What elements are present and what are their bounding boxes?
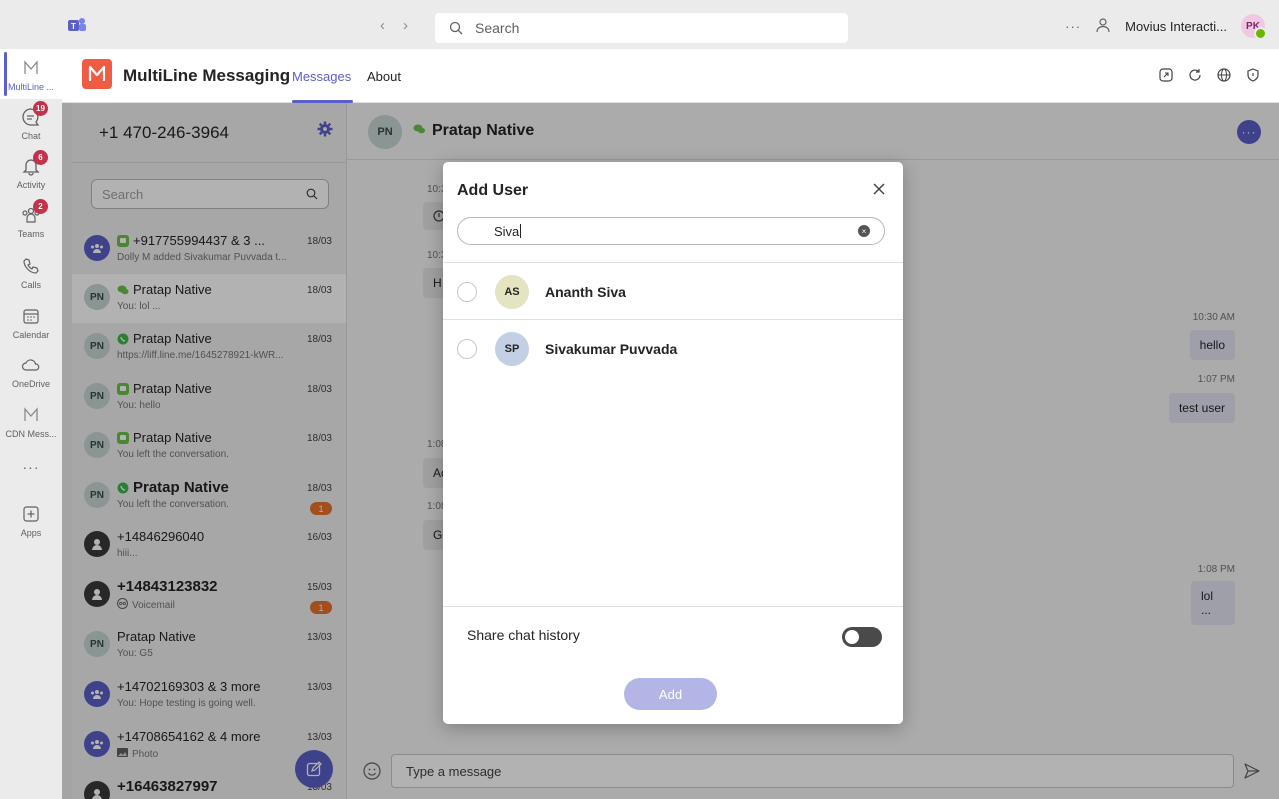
close-icon[interactable] bbox=[872, 182, 886, 196]
tab-messages[interactable]: Messages bbox=[292, 69, 351, 84]
phone-icon bbox=[20, 255, 42, 277]
refresh-icon[interactable] bbox=[1187, 67, 1203, 83]
rail-item-more[interactable]: ··· bbox=[0, 459, 62, 475]
popout-icon[interactable] bbox=[1158, 67, 1174, 83]
rail-label: Teams bbox=[17, 229, 45, 239]
bell-icon: 6 bbox=[20, 150, 48, 177]
active-indicator bbox=[4, 52, 7, 96]
rail-label: Calls bbox=[20, 280, 41, 290]
org-name[interactable]: Movius Interacti... bbox=[1125, 19, 1227, 34]
multiline-logo-icon bbox=[20, 57, 42, 79]
rail-item-activity[interactable]: 6 Activity bbox=[0, 150, 62, 190]
user-result-row[interactable]: AS Ananth Siva bbox=[443, 263, 903, 320]
user-search-value: Siva bbox=[494, 223, 520, 239]
rail-label: MultiLine ... bbox=[7, 82, 55, 92]
svg-text:T: T bbox=[71, 22, 76, 31]
rail-label: OneDrive bbox=[11, 379, 50, 389]
rail-item-chat[interactable]: 19 Chat bbox=[0, 101, 62, 141]
rail-item-calls[interactable]: Calls bbox=[0, 255, 62, 290]
user-result-row[interactable]: SP Sivakumar Puvvada bbox=[443, 320, 903, 377]
window-titlebar: T ‹ › Search ··· Movius Interacti... PK bbox=[0, 0, 1279, 49]
multiline-logo-icon bbox=[20, 404, 42, 426]
tab-about[interactable]: About bbox=[367, 69, 401, 84]
rail-label: Calendar bbox=[12, 330, 50, 340]
rail-label: Activity bbox=[16, 180, 46, 190]
left-app-rail: MultiLine ... 19 Chat 6 Activity 2 Teams… bbox=[0, 49, 62, 799]
apps-icon bbox=[20, 503, 42, 525]
rail-item-teams[interactable]: 2 Teams bbox=[0, 199, 62, 239]
rail-item-apps[interactable]: Apps bbox=[0, 503, 62, 538]
divider bbox=[443, 606, 903, 607]
shield-icon[interactable] bbox=[1245, 67, 1261, 83]
app-header: MultiLine Messaging Messages About bbox=[62, 49, 1279, 103]
rail-item-calendar[interactable]: Calendar bbox=[0, 305, 62, 340]
share-history-label: Share chat history bbox=[467, 627, 580, 643]
calendar-icon bbox=[20, 305, 42, 327]
rail-label: Chat bbox=[21, 131, 41, 141]
more-options-icon[interactable]: ··· bbox=[1065, 19, 1081, 34]
search-icon bbox=[449, 21, 463, 35]
share-history-toggle[interactable] bbox=[842, 627, 882, 647]
clear-search-icon[interactable]: × bbox=[858, 225, 870, 237]
user-select-radio[interactable] bbox=[457, 282, 477, 302]
global-search-input[interactable]: Search bbox=[435, 13, 848, 43]
user-search-input[interactable]: Siva × bbox=[457, 217, 885, 245]
teams-icon: 2 bbox=[20, 199, 48, 226]
add-button[interactable]: Add bbox=[624, 678, 717, 710]
global-search-placeholder: Search bbox=[475, 20, 520, 36]
people-icon[interactable] bbox=[1095, 17, 1111, 36]
rail-item-cdn-messaging[interactable]: CDN Mess... bbox=[0, 404, 62, 439]
user-name: Ananth Siva bbox=[545, 284, 626, 300]
back-arrow-icon[interactable]: ‹ bbox=[380, 17, 385, 34]
rail-item-onedrive[interactable]: OneDrive bbox=[0, 354, 62, 389]
teams-logo-icon: T bbox=[68, 17, 86, 33]
rail-label: CDN Mess... bbox=[5, 429, 57, 439]
rail-item-multiline[interactable]: MultiLine ... bbox=[0, 49, 62, 99]
app-title: MultiLine Messaging bbox=[123, 66, 291, 85]
dialog-title: Add User bbox=[457, 182, 529, 199]
cloud-icon bbox=[20, 354, 42, 376]
user-select-radio[interactable] bbox=[457, 339, 477, 359]
user-avatar[interactable]: PK bbox=[1241, 14, 1267, 40]
more-icon: ··· bbox=[22, 459, 40, 475]
add-user-dialog: Add User Siva × AS Ananth Siva SP Sivaku… bbox=[443, 162, 903, 724]
chat-icon: 19 bbox=[20, 101, 48, 128]
multiline-app-logo-icon bbox=[82, 59, 112, 89]
chat-badge: 19 bbox=[33, 101, 48, 116]
text-caret bbox=[520, 224, 522, 238]
teams-badge: 2 bbox=[33, 199, 48, 214]
toggle-knob bbox=[845, 630, 859, 644]
activity-badge: 6 bbox=[33, 150, 48, 165]
user-name: Sivakumar Puvvada bbox=[545, 341, 678, 357]
user-avatar: AS bbox=[495, 275, 529, 309]
user-avatar: SP bbox=[495, 332, 529, 366]
forward-arrow-icon[interactable]: › bbox=[403, 17, 408, 34]
rail-label: Apps bbox=[20, 528, 42, 538]
globe-icon[interactable] bbox=[1216, 67, 1232, 83]
